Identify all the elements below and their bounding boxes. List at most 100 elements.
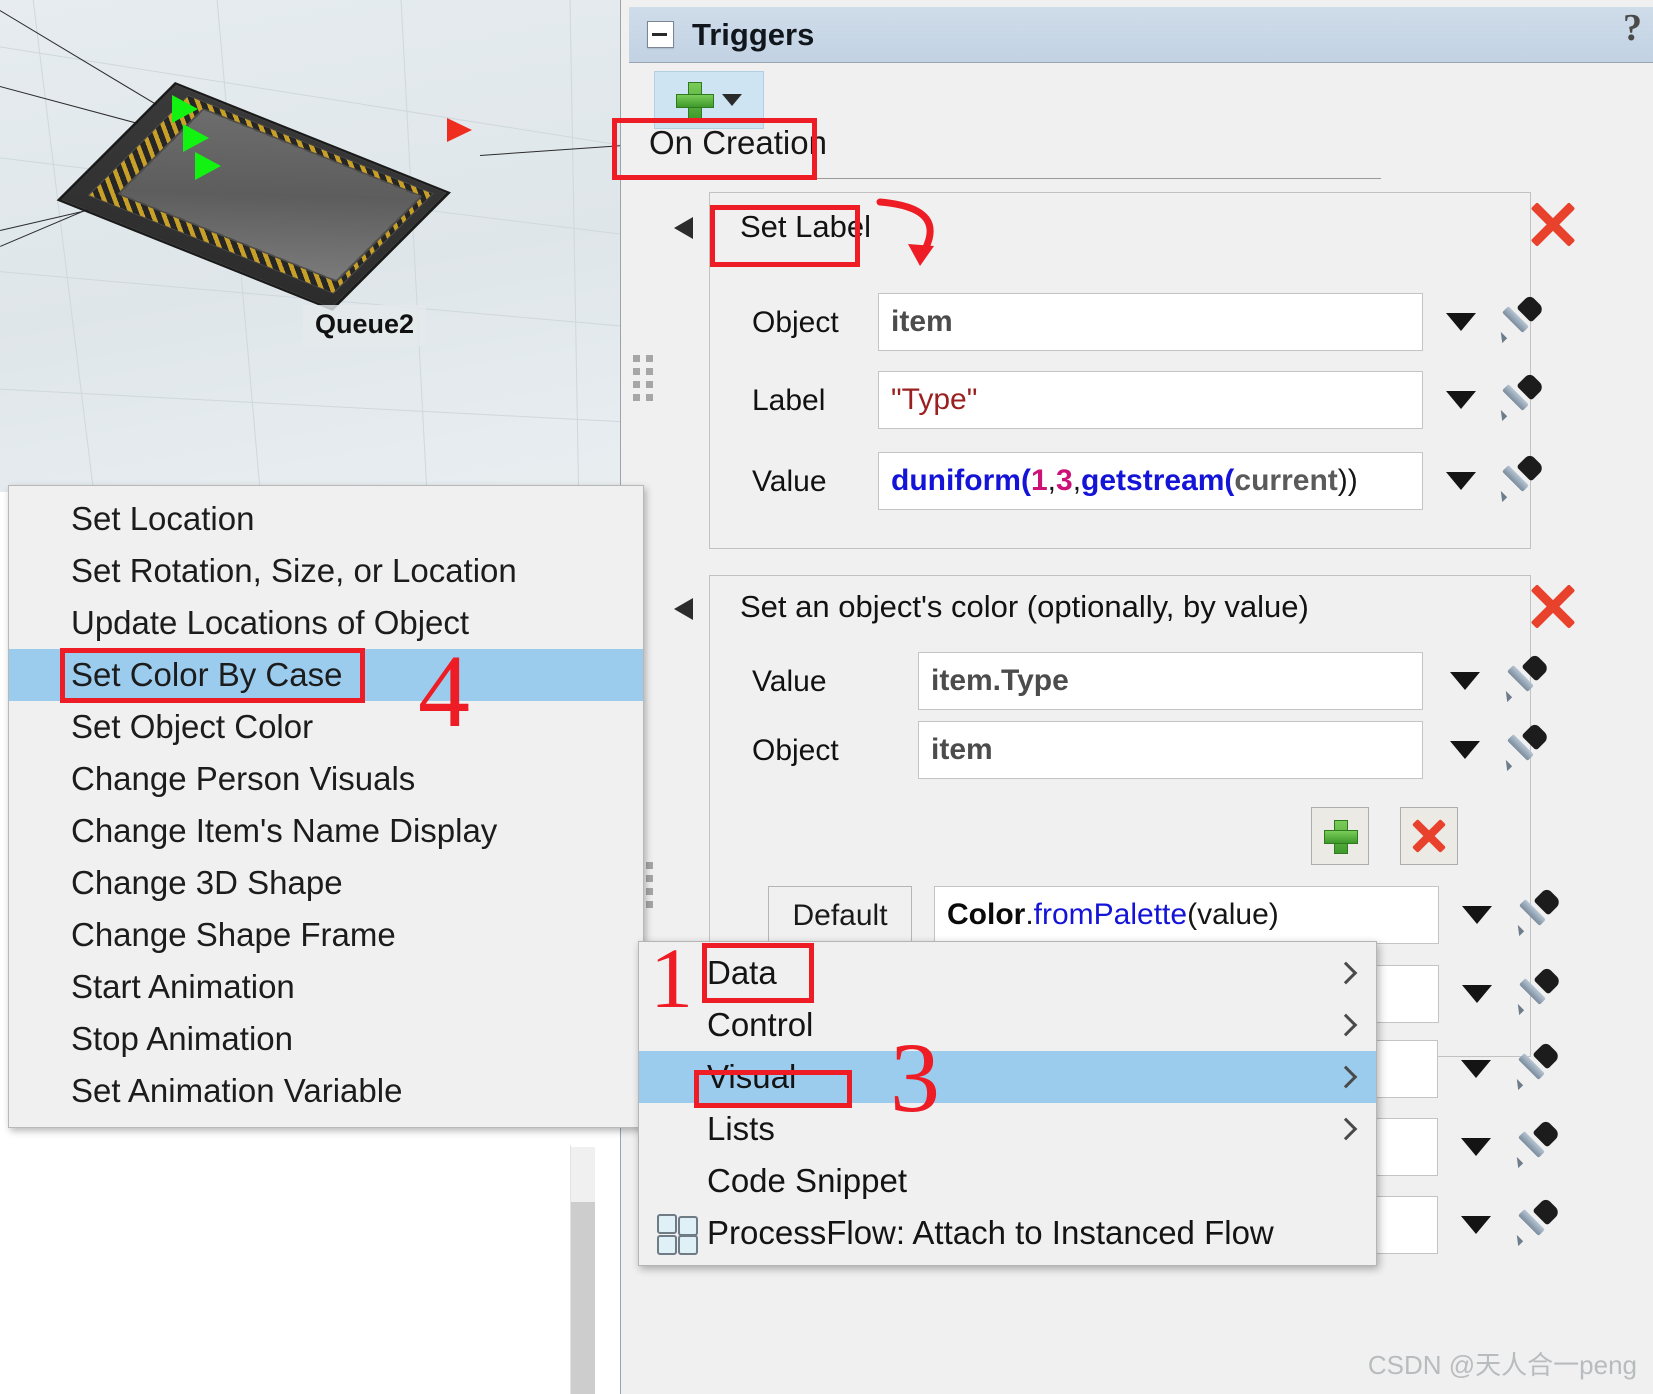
page-title: Triggers bbox=[692, 16, 815, 52]
caret-down-icon[interactable] bbox=[1446, 313, 1476, 331]
green-plus-icon bbox=[676, 82, 714, 120]
object-name-label: Queue2 bbox=[303, 305, 427, 346]
field-label-value: Value bbox=[752, 665, 827, 698]
caret-down-icon[interactable] bbox=[722, 94, 742, 106]
label-field-input[interactable]: "Type" bbox=[878, 371, 1423, 429]
grid-line bbox=[0, 385, 620, 428]
color-value-field-input[interactable]: item.Type bbox=[918, 652, 1423, 710]
default-color-field-input[interactable]: Color.fromPalette(value) bbox=[934, 886, 1439, 944]
annotation-number-3: 3 bbox=[890, 1022, 940, 1133]
triangle-collapse-icon[interactable] bbox=[674, 598, 693, 620]
card-title: Set an object's color (optionally, by va… bbox=[740, 589, 1309, 624]
submenu-item-change-items-name-display[interactable]: Change Item's Name Display bbox=[9, 805, 643, 857]
submenu-item-set-location[interactable]: Set Location bbox=[9, 493, 643, 545]
triangle-collapse-icon[interactable] bbox=[674, 217, 693, 239]
caret-down-icon[interactable] bbox=[1461, 1060, 1491, 1078]
caret-down-icon[interactable] bbox=[1461, 1138, 1491, 1156]
field-label-object: Object bbox=[752, 306, 839, 339]
eyedropper-icon[interactable] bbox=[1495, 372, 1545, 422]
menu-item-visual[interactable]: Visual bbox=[639, 1051, 1376, 1103]
menu-item-data[interactable]: Data bbox=[639, 947, 1376, 999]
output-port-arrow-icon[interactable] bbox=[447, 118, 472, 142]
input-port-arrow-icon[interactable] bbox=[172, 95, 198, 123]
input-port-arrow-icon[interactable] bbox=[183, 124, 209, 152]
watermark-text: CSDN @天人合一peng bbox=[1367, 1350, 1637, 1380]
chevron-right-icon bbox=[1338, 1118, 1350, 1140]
caret-down-icon[interactable] bbox=[1462, 906, 1492, 924]
field-label-label: Label bbox=[752, 384, 826, 417]
menu-item-control[interactable]: Control bbox=[639, 999, 1376, 1051]
value-field-input[interactable]: duniform(1,3,getstream(current)) bbox=[878, 452, 1423, 510]
menu-item-lists[interactable]: Lists bbox=[639, 1103, 1376, 1155]
context-menu[interactable]: Data Control Visual Lists Code Snippet P… bbox=[638, 941, 1377, 1266]
connector-line bbox=[480, 144, 620, 156]
color-object-field-value: item bbox=[931, 733, 993, 766]
minus-box-icon[interactable] bbox=[647, 21, 674, 48]
menu-item-label: Lists bbox=[707, 1110, 775, 1147]
caret-down-icon[interactable] bbox=[1461, 1216, 1491, 1234]
eyedropper-icon[interactable] bbox=[1495, 453, 1545, 503]
submenu-item-change-person-visuals[interactable]: Change Person Visuals bbox=[9, 753, 643, 805]
submenu-item-start-animation[interactable]: Start Animation bbox=[9, 961, 643, 1013]
drag-dots-icon[interactable] bbox=[633, 355, 659, 407]
submenu-item-update-locations-of-object[interactable]: Update Locations of Object bbox=[9, 597, 643, 649]
caret-down-icon[interactable] bbox=[1462, 985, 1492, 1003]
eyedropper-icon[interactable] bbox=[1512, 966, 1562, 1016]
menu-item-code-snippet[interactable]: Code Snippet bbox=[639, 1155, 1376, 1207]
viewport-scroll-thumb[interactable] bbox=[571, 1202, 595, 1394]
field-label-value: Value bbox=[752, 465, 827, 498]
remove-case-button[interactable] bbox=[1400, 807, 1458, 865]
panel-header: Triggers bbox=[629, 7, 1653, 63]
trigger-card-set-label: Set Label Object item Label "Type" Value… bbox=[674, 192, 1545, 549]
chevron-right-icon bbox=[1338, 1066, 1350, 1088]
caret-down-icon[interactable] bbox=[1446, 391, 1476, 409]
eyedropper-icon[interactable] bbox=[1495, 294, 1545, 344]
card-title: Set Label bbox=[740, 209, 871, 244]
case-label-default[interactable]: Default bbox=[768, 886, 912, 946]
caret-down-icon[interactable] bbox=[1450, 672, 1480, 690]
trigger-tabs: On Creation bbox=[629, 120, 1653, 182]
menu-item-label: ProcessFlow: Attach to Instanced Flow bbox=[707, 1214, 1274, 1251]
visual-submenu[interactable]: Set Location Set Rotation, Size, or Loca… bbox=[8, 485, 644, 1128]
eyedropper-icon[interactable] bbox=[1512, 887, 1562, 937]
tab-on-creation[interactable]: On Creation bbox=[639, 120, 837, 166]
chevron-right-icon bbox=[1338, 1014, 1350, 1036]
value-field-value: duniform(1,3,getstream(current)) bbox=[891, 464, 1358, 497]
eyedropper-icon[interactable] bbox=[1511, 1119, 1561, 1169]
eyedropper-icon[interactable] bbox=[1511, 1197, 1561, 1247]
annotation-number-4: 4 bbox=[418, 634, 470, 749]
add-case-button[interactable] bbox=[1311, 807, 1369, 865]
caret-down-icon[interactable] bbox=[1450, 741, 1480, 759]
eyedropper-icon[interactable] bbox=[1511, 1041, 1561, 1091]
screenshot-root: Queue2 Triggers ? On Creation Set Label bbox=[0, 0, 1653, 1394]
viewport-scroll-track[interactable] bbox=[571, 1147, 595, 1203]
grid-line bbox=[29, 0, 106, 492]
red-x-icon bbox=[1409, 816, 1449, 856]
object-field-value: item bbox=[891, 305, 953, 338]
menu-item-label: Code Snippet bbox=[707, 1162, 907, 1199]
submenu-item-set-animation-variable[interactable]: Set Animation Variable bbox=[9, 1065, 643, 1117]
eyedropper-icon[interactable] bbox=[1500, 653, 1550, 703]
eyedropper-icon[interactable] bbox=[1500, 722, 1550, 772]
label-field-value: "Type" bbox=[891, 383, 978, 416]
menu-item-label: Control bbox=[707, 1006, 814, 1043]
default-color-field-value: Color.fromPalette(value) bbox=[947, 898, 1279, 931]
close-card-icon[interactable] bbox=[1526, 196, 1580, 250]
menu-item-processflow-attach[interactable]: ProcessFlow: Attach to Instanced Flow bbox=[639, 1207, 1376, 1259]
submenu-item-change-3d-shape[interactable]: Change 3D Shape bbox=[9, 857, 643, 909]
color-object-field-input[interactable]: item bbox=[918, 721, 1423, 779]
submenu-item-set-object-color[interactable]: Set Object Color bbox=[9, 701, 643, 753]
submenu-item-change-shape-frame[interactable]: Change Shape Frame bbox=[9, 909, 643, 961]
input-port-arrow-icon[interactable] bbox=[195, 152, 221, 180]
submenu-item-stop-animation[interactable]: Stop Animation bbox=[9, 1013, 643, 1065]
annotation-number-1: 1 bbox=[650, 930, 693, 1026]
close-card-icon[interactable] bbox=[1526, 578, 1580, 632]
submenu-item-set-color-by-case[interactable]: Set Color By Case bbox=[9, 649, 643, 701]
caret-down-icon[interactable] bbox=[1446, 472, 1476, 490]
field-label-object: Object bbox=[752, 734, 839, 767]
queue-3d-object[interactable] bbox=[56, 62, 465, 312]
object-field-input[interactable]: item bbox=[878, 293, 1423, 351]
tab-underline bbox=[641, 178, 1381, 179]
question-mark-icon[interactable]: ? bbox=[1623, 6, 1642, 50]
submenu-item-set-rotation-size-location[interactable]: Set Rotation, Size, or Location bbox=[9, 545, 643, 597]
